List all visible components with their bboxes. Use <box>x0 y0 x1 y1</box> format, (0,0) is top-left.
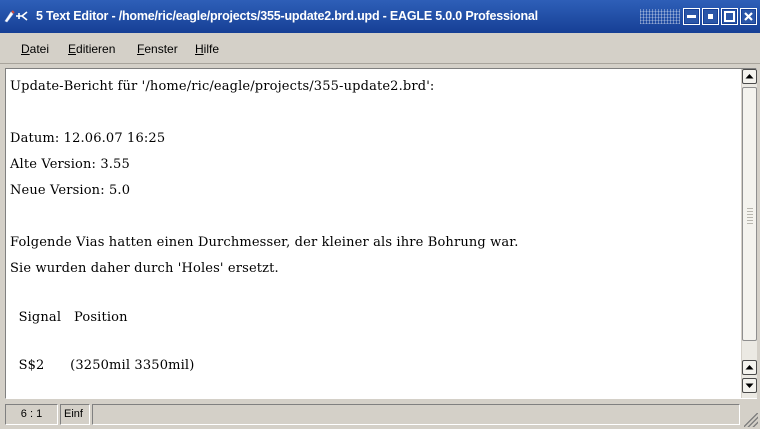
text-line-8: Sie wurden daher durch 'Holes' ersetzt. <box>10 261 279 276</box>
text-editor-window: 5 Text Editor - /home/ric/eagle/projects… <box>0 0 760 429</box>
menu-editieren-mnemonic: E <box>68 42 77 56</box>
cursor-position: 6 : 1 <box>5 404 58 425</box>
text-line-12: S$2 (3250mil 3350mil) <box>10 358 195 373</box>
menu-editieren-label: ditieren <box>76 42 116 56</box>
scroll-up-button-lower[interactable] <box>742 360 757 375</box>
vertical-scrollbar[interactable] <box>741 69 757 398</box>
menu-hilfe[interactable]: Hilfe <box>195 41 219 57</box>
insert-mode-indicator[interactable]: Einf <box>60 404 90 425</box>
menu-editieren[interactable]: Editieren <box>68 41 115 57</box>
text-area[interactable]: Update-Bericht für '/home/ric/eagle/proj… <box>6 69 740 398</box>
menu-fenster[interactable]: Fenster <box>137 41 178 57</box>
size-grip-icon[interactable] <box>744 413 758 427</box>
minimize-button[interactable] <box>683 8 700 25</box>
text-line-10: Signal Position <box>10 310 128 325</box>
close-icon <box>744 12 753 21</box>
editor-frame: Update-Bericht für '/home/ric/eagle/proj… <box>5 68 757 399</box>
text-line-3: Datum: 12.06.07 16:25 <box>10 131 166 146</box>
scroll-up-arrow-icon <box>745 74 754 79</box>
maximize-button[interactable] <box>721 8 738 25</box>
restore-icon <box>708 14 713 19</box>
text-line-4: Alte Version: 3.55 <box>10 157 130 172</box>
maximize-icon <box>724 11 735 22</box>
scrollbar-grip <box>747 206 753 224</box>
title-bar-grip <box>640 9 680 24</box>
scroll-down-button[interactable] <box>742 378 757 393</box>
status-message <box>92 404 740 425</box>
menu-bar: Datei Editieren Fenster Hilfe <box>0 33 760 64</box>
menu-datei-label: atei <box>29 42 50 56</box>
menu-datei-mnemonic: D <box>21 42 30 56</box>
scroll-up-button[interactable] <box>742 69 757 84</box>
text-line-7: Folgende Vias hatten einen Durchmesser, … <box>10 235 519 250</box>
scroll-down-arrow-icon <box>745 383 754 388</box>
menu-fenster-label: enster <box>144 42 178 56</box>
scrollbar-thumb[interactable] <box>742 87 757 341</box>
title-bar[interactable]: 5 Text Editor - /home/ric/eagle/projects… <box>0 0 760 33</box>
app-icon[interactable] <box>3 8 31 24</box>
menu-hilfe-mnemonic: H <box>195 42 204 56</box>
text-line-5: Neue Version: 5.0 <box>10 183 131 198</box>
text-line-1: Update-Bericht für '/home/ric/eagle/proj… <box>10 79 435 94</box>
menu-hilfe-label: ilfe <box>203 42 220 56</box>
menu-datei[interactable]: Datei <box>21 41 49 57</box>
shade-button[interactable] <box>702 8 719 25</box>
scroll-up-arrow-icon <box>745 365 754 370</box>
window-title: 5 Text Editor - /home/ric/eagle/projects… <box>36 9 538 23</box>
status-bar: 6 : 1 Einf <box>0 401 760 429</box>
close-button[interactable] <box>740 8 757 25</box>
minimize-icon <box>687 15 696 18</box>
